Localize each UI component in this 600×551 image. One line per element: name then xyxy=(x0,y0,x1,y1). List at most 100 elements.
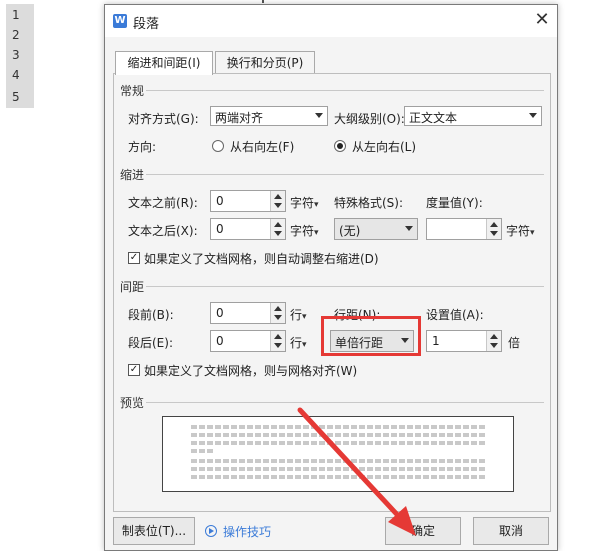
preview-line xyxy=(191,467,485,471)
arrow-down-icon xyxy=(490,343,498,348)
section-general-title: 常规 xyxy=(120,84,145,98)
line-number-gutter: 1 2 3 4 5 xyxy=(6,4,34,108)
chevron-down-icon xyxy=(405,226,413,231)
section-preview-title: 预览 xyxy=(120,396,145,410)
alignment-value: 两端对齐 xyxy=(215,111,264,125)
arrow-up-icon xyxy=(490,334,498,339)
dialog-title: 段落 xyxy=(133,17,160,32)
chevron-down-icon xyxy=(529,113,537,118)
indent-after-value: 0 xyxy=(216,222,224,236)
indent-before-label: 文本之前(R): xyxy=(128,196,198,210)
tab-panel: 常规 对齐方式(G): 两端对齐 大纲级别(O): 正文文本 方向: 从右向左(… xyxy=(113,73,551,512)
indent-after-spinner[interactable]: 0 xyxy=(210,218,286,240)
divider xyxy=(146,174,544,175)
line-spacing-select[interactable]: 单倍行距 xyxy=(330,330,414,352)
indent-before-spinner[interactable]: 0 xyxy=(210,190,286,212)
divider xyxy=(146,90,544,91)
arrow-up-icon xyxy=(274,306,282,311)
spacing-after-spinner[interactable]: 0 xyxy=(210,330,286,352)
arrow-down-icon xyxy=(274,231,282,236)
radio-ltr[interactable] xyxy=(334,140,346,152)
outline-level-value: 正文文本 xyxy=(409,111,458,125)
indent-after-unit[interactable]: 字符▾ xyxy=(290,222,319,239)
arrow-down-icon xyxy=(490,231,498,236)
setting-value-spinner[interactable]: 1 xyxy=(426,330,502,352)
close-icon[interactable]: ✕ xyxy=(531,9,553,31)
line-number: 2 xyxy=(12,28,20,42)
arrow-down-icon xyxy=(274,315,282,320)
spinner-buttons[interactable] xyxy=(486,331,501,351)
arrow-up-icon xyxy=(274,334,282,339)
preview-line xyxy=(191,441,485,445)
indent-before-unit[interactable]: 字符▾ xyxy=(290,194,319,211)
divider xyxy=(146,402,544,403)
special-format-value: (无) xyxy=(339,224,361,238)
wps-writer-icon: W xyxy=(113,14,127,28)
arrow-down-icon xyxy=(274,203,282,208)
divider xyxy=(146,286,544,287)
tab-indent-spacing[interactable]: 缩进和间距(I) xyxy=(115,51,213,75)
line-number: 1 xyxy=(12,8,20,22)
spacing-after-value: 0 xyxy=(216,334,224,348)
spinner-buttons[interactable] xyxy=(270,191,285,211)
line-number: 4 xyxy=(12,68,20,82)
cancel-button[interactable]: 取消 xyxy=(473,517,549,545)
ltr-label: 从左向右(L) xyxy=(352,140,417,154)
measure-label: 度量值(Y): xyxy=(426,196,483,210)
special-format-select[interactable]: (无) xyxy=(334,218,418,240)
line-spacing-value: 单倍行距 xyxy=(335,336,384,350)
arrow-up-icon xyxy=(274,222,282,227)
preview-line xyxy=(191,449,213,453)
arrow-down-icon xyxy=(274,343,282,348)
snap-grid-label: 如果定义了文档网格，则与网格对齐(W) xyxy=(144,364,358,378)
spinner-buttons[interactable] xyxy=(486,219,501,239)
spinner-buttons[interactable] xyxy=(270,219,285,239)
direction-label: 方向: xyxy=(128,140,157,154)
tips-play-icon[interactable] xyxy=(205,525,217,537)
alignment-label: 对齐方式(G): xyxy=(128,112,199,126)
special-format-label: 特殊格式(S): xyxy=(334,196,404,210)
spacing-after-unit[interactable]: 行▾ xyxy=(290,334,307,351)
title-bar[interactable]: W 段落 ✕ xyxy=(105,5,557,37)
paragraph-preview xyxy=(162,416,514,492)
preview-line xyxy=(191,433,485,437)
section-spacing-title: 间距 xyxy=(120,280,145,294)
spacing-before-unit[interactable]: 行▾ xyxy=(290,306,307,323)
tab-line-page-break[interactable]: 换行和分页(P) xyxy=(215,51,315,74)
paragraph-dialog: W 段落 ✕ 缩进和间距(I) 换行和分页(P) 常规 对齐方式(G): 两端对… xyxy=(104,4,558,551)
auto-adjust-label: 如果定义了文档网格，则自动调整右缩进(D) xyxy=(144,252,379,266)
preview-line xyxy=(191,425,485,429)
alignment-select[interactable]: 两端对齐 xyxy=(210,106,328,126)
spacing-before-value: 0 xyxy=(216,306,224,320)
measure-unit[interactable]: 字符▾ xyxy=(506,222,535,239)
setting-value-label: 设置值(A): xyxy=(426,308,484,322)
snap-grid-checkbox[interactable]: ✓ xyxy=(128,364,140,376)
radio-rtl[interactable] xyxy=(212,140,224,152)
setting-value-unit: 倍 xyxy=(508,336,521,350)
outline-level-label: 大纲级别(O): xyxy=(334,112,405,126)
preview-line xyxy=(191,475,485,479)
spacing-before-spinner[interactable]: 0 xyxy=(210,302,286,324)
chevron-down-icon xyxy=(401,338,409,343)
spacing-after-label: 段后(E): xyxy=(128,336,173,350)
tips-link[interactable]: 操作技巧 xyxy=(223,523,271,540)
indent-before-value: 0 xyxy=(216,194,224,208)
line-number: 5 xyxy=(12,90,20,104)
chevron-down-icon xyxy=(315,113,323,118)
rtl-label: 从右向左(F) xyxy=(230,140,295,154)
spinner-buttons[interactable] xyxy=(270,331,285,351)
indent-after-label: 文本之后(X): xyxy=(128,224,198,238)
spacing-before-label: 段前(B): xyxy=(128,308,174,322)
tabs-button[interactable]: 制表位(T)... xyxy=(113,517,195,545)
ok-button[interactable]: 确定 xyxy=(385,517,461,545)
cursor-mark xyxy=(262,0,264,3)
preview-line xyxy=(191,459,485,463)
arrow-up-icon xyxy=(274,194,282,199)
auto-adjust-checkbox[interactable]: ✓ xyxy=(128,252,140,264)
section-indent-title: 缩进 xyxy=(120,168,145,182)
outline-level-select[interactable]: 正文文本 xyxy=(404,106,542,126)
measure-spinner[interactable] xyxy=(426,218,502,240)
setting-value: 1 xyxy=(432,334,440,348)
spinner-buttons[interactable] xyxy=(270,303,285,323)
line-number: 3 xyxy=(12,48,20,62)
